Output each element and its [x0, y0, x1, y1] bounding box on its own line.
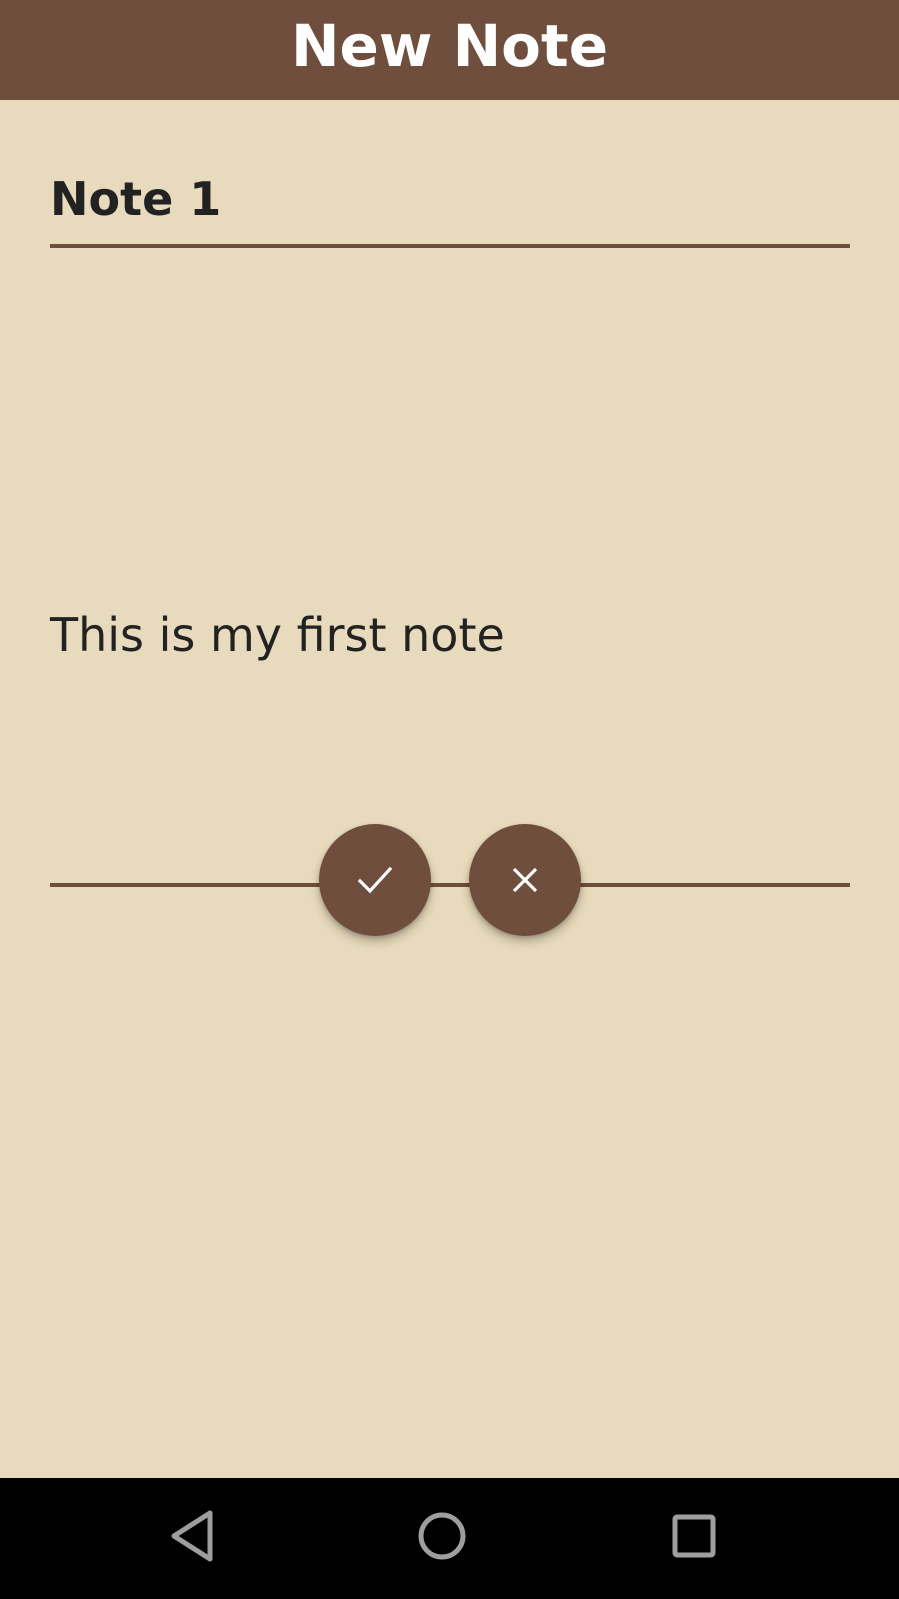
system-navigation-bar — [0, 1478, 899, 1599]
note-editor: Note 1 This is my first note — [0, 100, 899, 1478]
note-title-field[interactable]: Note 1 — [50, 170, 850, 248]
back-triangle-icon — [168, 1508, 218, 1569]
confirm-button[interactable] — [319, 824, 431, 936]
note-title-value[interactable]: Note 1 — [50, 172, 221, 226]
recents-button[interactable] — [654, 1498, 734, 1578]
home-button[interactable] — [402, 1498, 482, 1578]
note-body-value[interactable]: This is my first note — [50, 608, 505, 662]
page-title: New Note — [290, 12, 609, 80]
home-circle-icon — [417, 1511, 467, 1566]
note-body-field[interactable]: This is my first note — [50, 345, 850, 887]
close-icon — [511, 866, 539, 894]
check-icon — [358, 866, 392, 894]
app-bar: New Note — [0, 0, 899, 100]
recents-square-icon — [672, 1514, 716, 1563]
cancel-button[interactable] — [469, 824, 581, 936]
back-button[interactable] — [153, 1498, 233, 1578]
